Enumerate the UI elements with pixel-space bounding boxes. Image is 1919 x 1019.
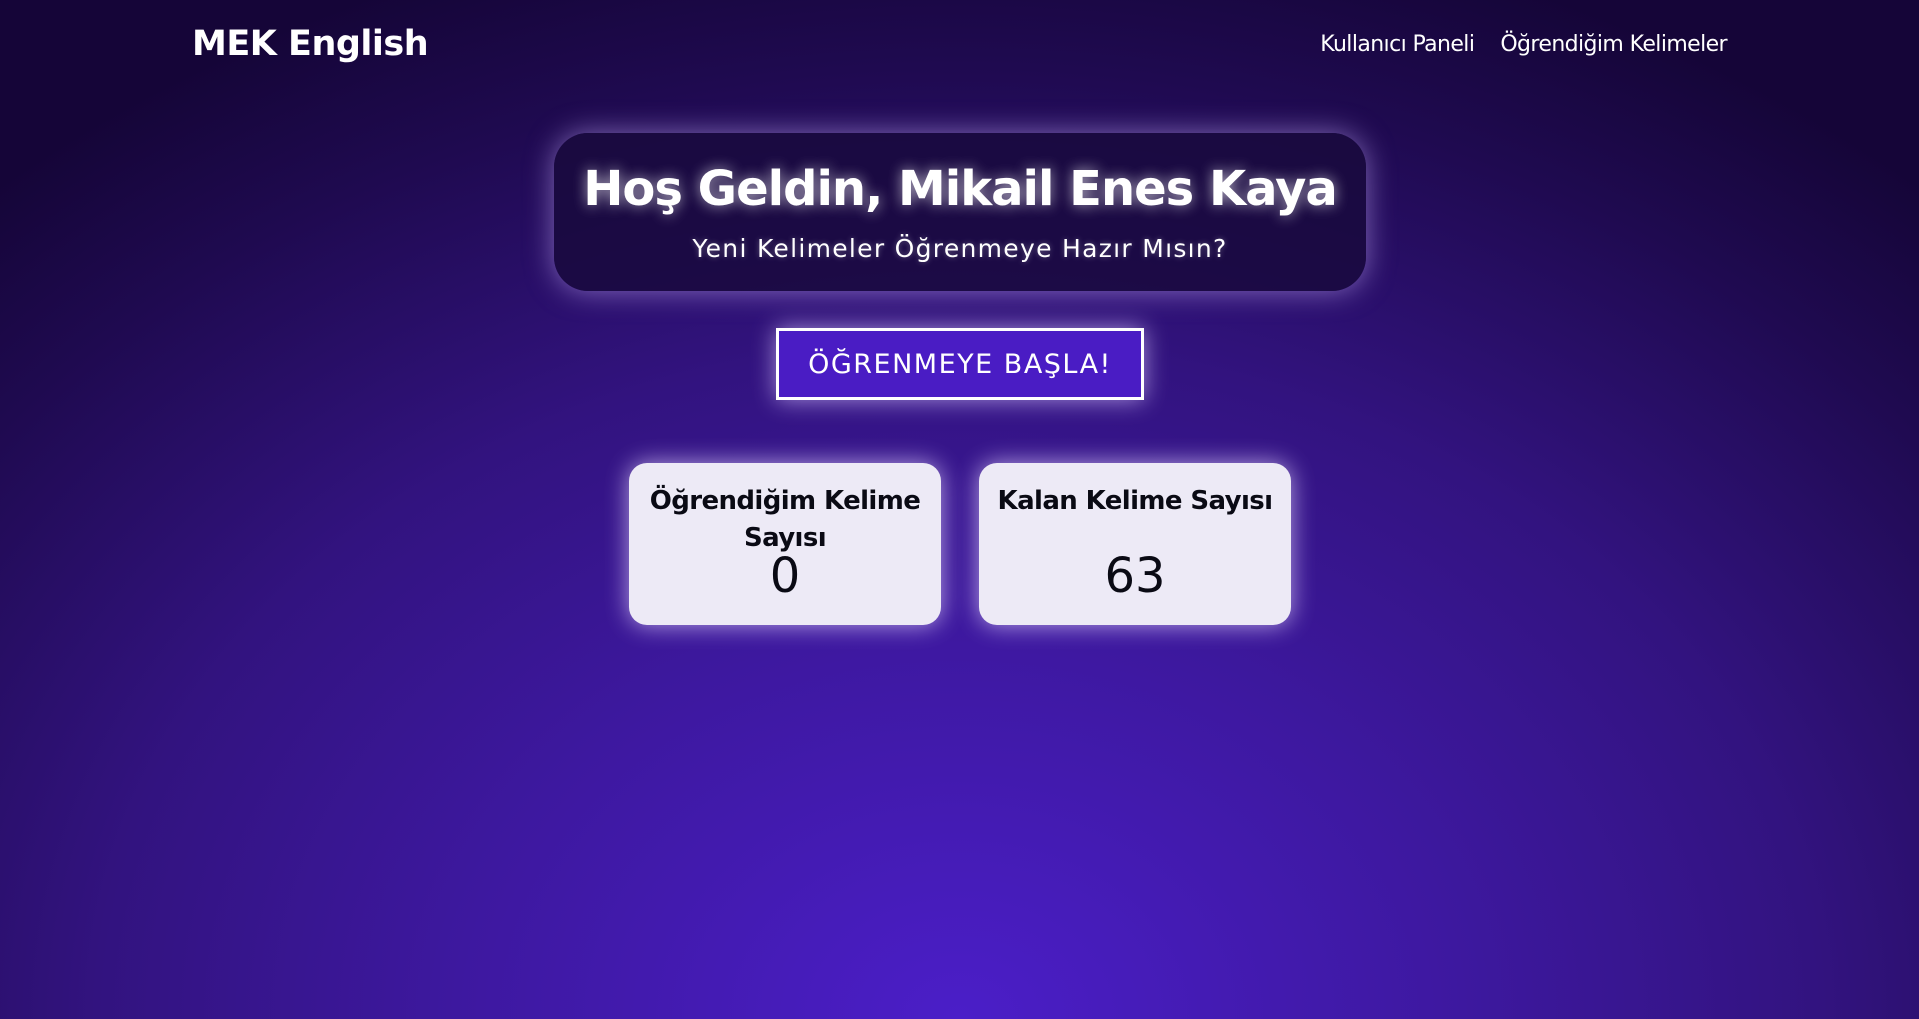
nav-link-learned-words[interactable]: Öğrendiğim Kelimeler: [1500, 32, 1727, 57]
brand-logo[interactable]: MEK English: [192, 24, 429, 64]
start-learning-button[interactable]: ÖĞRENMEYE BAŞLA!: [776, 328, 1144, 400]
welcome-card: Hoş Geldin, Mikail Enes Kaya Yeni Kelime…: [554, 133, 1366, 291]
remaining-words-count: 63: [1104, 548, 1166, 604]
welcome-title: Hoş Geldin, Mikail Enes Kaya: [583, 161, 1338, 217]
remaining-words-title: Kalan Kelime Sayısı: [997, 486, 1274, 516]
learned-words-card: Öğrendiğim Kelime Sayısı 0: [629, 463, 941, 625]
welcome-subtitle: Yeni Kelimeler Öğrenmeye Hazır Mısın?: [692, 234, 1228, 263]
nav-links: Kullanıcı Paneli Öğrendiğim Kelimeler: [1320, 32, 1727, 57]
navbar: MEK English Kullanıcı Paneli Öğrendiğim …: [0, 0, 1919, 94]
nav-link-user-panel[interactable]: Kullanıcı Paneli: [1320, 32, 1475, 57]
learned-words-count: 0: [769, 548, 801, 604]
remaining-words-card: Kalan Kelime Sayısı 63: [979, 463, 1291, 625]
